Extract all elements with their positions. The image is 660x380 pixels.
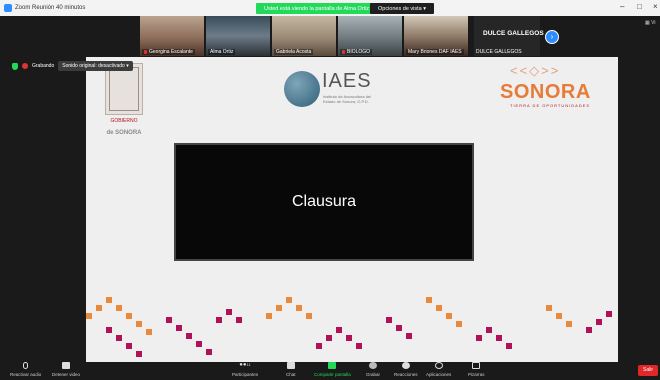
- apps-icon: [434, 362, 443, 369]
- chevron-down-icon: ▾: [423, 5, 427, 12]
- iaes-subtitle: Instituto de Acuacultura del Estado de S…: [323, 94, 372, 104]
- leave-button[interactable]: Salir: [638, 365, 658, 376]
- video-camera-icon: [62, 362, 71, 369]
- share-screen-label: Compartir pantalla: [314, 372, 351, 377]
- recording-status[interactable]: Grabando: [32, 63, 54, 69]
- participant-name: Gabriela Acosta: [274, 49, 314, 55]
- view-options-button[interactable]: Opciones de vista ▾: [370, 3, 435, 14]
- title-panel: Clausura: [174, 143, 474, 261]
- stop-video-label: Detener video: [52, 372, 81, 377]
- participant-tile[interactable]: Alma Ortiz: [206, 16, 270, 56]
- sonora-ornament: <<◇>>: [510, 63, 561, 78]
- chat-icon: [286, 362, 295, 369]
- sonora-logo-text: SONORA: [500, 81, 591, 103]
- sonora-tagline: TIERRA DE OPORTUNIDADES: [510, 103, 591, 108]
- stop-video-button[interactable]: Detener video: [52, 362, 80, 377]
- screen-share-banner: Usted está viendo la pantalla de Alma Or…: [256, 3, 378, 14]
- reactions-button[interactable]: Reacciones: [394, 362, 418, 377]
- mic-muted-icon: [23, 362, 29, 369]
- participant-tile[interactable]: Gabriela Acosta: [272, 16, 336, 56]
- participants-icon: ●●11: [239, 362, 251, 368]
- share-screen-button[interactable]: Compartir pantalla: [314, 362, 351, 377]
- participant-name: Alma Ortiz: [208, 49, 236, 55]
- participants-button[interactable]: ●●11 Participantes: [232, 362, 258, 377]
- apps-label: Aplicaciones: [426, 372, 452, 377]
- decorative-pattern: [86, 297, 612, 357]
- participant-tile[interactable]: Mary Briones DAF IAES: [404, 16, 468, 56]
- unmute-audio-label: Reactivar audio: [10, 372, 42, 377]
- participant-tile[interactable]: BIOLOGO: [338, 16, 402, 56]
- participant-name: BIOLOGO: [340, 49, 373, 55]
- grid-icon: ▦: [645, 20, 650, 26]
- shield-icon[interactable]: [12, 62, 18, 70]
- close-button[interactable]: ×: [653, 2, 658, 11]
- record-button[interactable]: Grabar: [366, 362, 380, 377]
- maximize-button[interactable]: □: [637, 2, 642, 11]
- shared-screen: GOBIERNO de SONORA IAES Instituto de Acu…: [86, 57, 618, 362]
- featured-participant-tile[interactable]: DULCE GALLEGOS DULCE GALLEGOS: [474, 16, 544, 56]
- whiteboards-button[interactable]: Pizarras: [468, 362, 485, 377]
- meeting-toolbar: Reactivar audio Detener video ●●11 Parti…: [0, 362, 660, 380]
- unmute-audio-button[interactable]: Reactivar audio: [10, 362, 41, 377]
- original-sound-label: Sonido original: desactivado: [62, 63, 125, 69]
- original-sound-toggle[interactable]: Sonido original: desactivado ▾: [58, 61, 133, 71]
- chevron-right-icon: ›: [550, 32, 554, 41]
- mic-muted-icon: [342, 49, 345, 54]
- minimize-button[interactable]: –: [620, 2, 624, 11]
- government-label-bottom: de SONORA: [106, 130, 142, 136]
- record-icon: [369, 362, 377, 369]
- mic-muted-icon: [144, 49, 147, 54]
- next-page-button[interactable]: ›: [545, 30, 559, 44]
- zoom-app-icon: [4, 4, 12, 12]
- chat-label: Chat: [286, 372, 296, 377]
- recording-bar: Grabando Sonido original: desactivado ▾: [12, 61, 133, 71]
- apps-button[interactable]: Aplicaciones: [426, 362, 451, 377]
- iaes-logo-icon: [284, 71, 320, 107]
- participant-name: DULCE GALLEGOS: [476, 49, 522, 55]
- record-label: Grabar: [366, 372, 381, 377]
- slide-heading: Clausura: [291, 193, 357, 210]
- whiteboard-icon: [472, 362, 481, 369]
- whiteboards-label: Pizarras: [468, 372, 485, 377]
- view-options-label: Opciones de vista: [378, 5, 422, 12]
- iaes-title: IAES: [322, 70, 372, 92]
- smiley-icon: [401, 362, 410, 369]
- participant-name: Mary Briones DAF IAES: [406, 49, 464, 55]
- reactions-label: Reacciones: [394, 372, 418, 377]
- featured-participant-name: DULCE GALLEGOS: [483, 30, 544, 37]
- participants-label: Participantes: [232, 372, 259, 377]
- participant-strip: Georgina Escalante Alma Ortiz Gabriela A…: [140, 16, 468, 56]
- participant-name: Georgina Escalante: [142, 49, 195, 55]
- participant-tile[interactable]: Georgina Escalante: [140, 16, 204, 56]
- government-label-top: GOBIERNO: [110, 118, 138, 124]
- window-title: Zoom Reunión 40 minutos: [15, 5, 86, 11]
- chevron-down-icon: ▾: [126, 63, 129, 69]
- share-screen-icon: [328, 362, 337, 369]
- view-button[interactable]: ▦ Vi: [645, 20, 655, 26]
- chat-button[interactable]: Chat: [286, 362, 296, 377]
- zoom-window: Zoom Reunión 40 minutos Usted está viend…: [0, 0, 660, 380]
- recording-icon: [22, 63, 28, 69]
